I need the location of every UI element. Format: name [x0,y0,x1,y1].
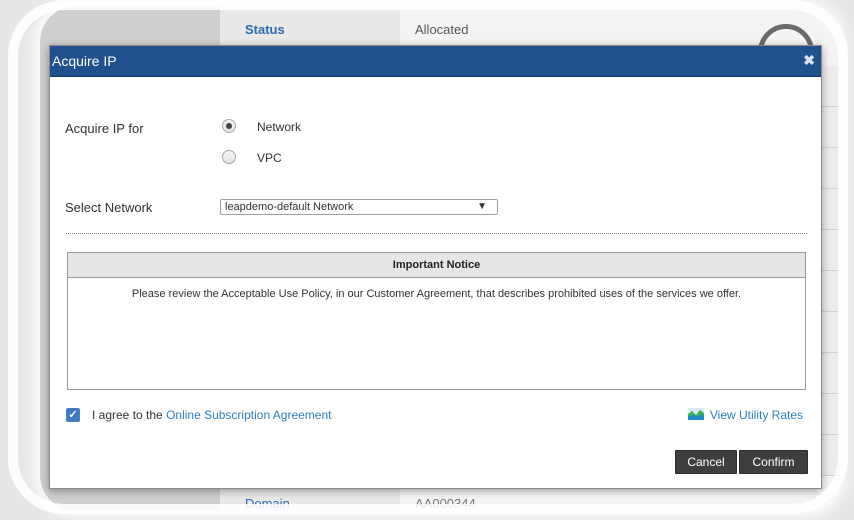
cancel-button[interactable]: Cancel [675,450,737,474]
view-utility-rates-label: View Utility Rates [709,408,803,422]
acquire-ip-dialog: Acquire IP ✖ Acquire IP for Network VPC … [49,45,822,489]
dialog-titlebar: Acquire IP ✖ [50,46,821,77]
dotted-divider [66,233,807,234]
agree-text: I agree to the Online Subscription Agree… [92,408,332,422]
view-utility-rates-link[interactable]: View Utility Rates [687,408,803,422]
close-icon[interactable]: ✖ [803,52,815,69]
background-status-label: Status [245,22,285,37]
background-domain-value: AA000344 [415,496,476,511]
network-select[interactable]: leapdemo-default Network ▼ [220,199,498,215]
background-domain-label: Domain [245,496,290,511]
network-select-value: leapdemo-default Network [225,201,354,213]
important-notice-box: Important Notice Please review the Accep… [67,252,806,390]
radio-network[interactable] [222,119,236,133]
background-right-rows [820,66,840,486]
agree-prefix: I agree to the [92,408,167,422]
notice-body: Please review the Acceptable Use Policy,… [131,288,742,300]
confirm-button[interactable]: Confirm [739,450,808,474]
dialog-title: Acquire IP [52,53,117,69]
chevron-down-icon: ▼ [477,201,487,212]
radio-vpc-label[interactable]: VPC [257,151,282,165]
background-status-value: Allocated [415,22,469,37]
radio-network-label[interactable]: Network [257,120,301,134]
select-network-label: Select Network [65,200,153,215]
notice-title: Important Notice [68,253,805,278]
acquire-ip-for-label: Acquire IP for [65,121,144,136]
radio-vpc[interactable] [222,150,236,164]
agree-checkbox[interactable]: ✓ [66,408,80,422]
chart-icon [687,408,704,420]
subscription-agreement-link[interactable]: Online Subscription Agreement [166,408,331,422]
